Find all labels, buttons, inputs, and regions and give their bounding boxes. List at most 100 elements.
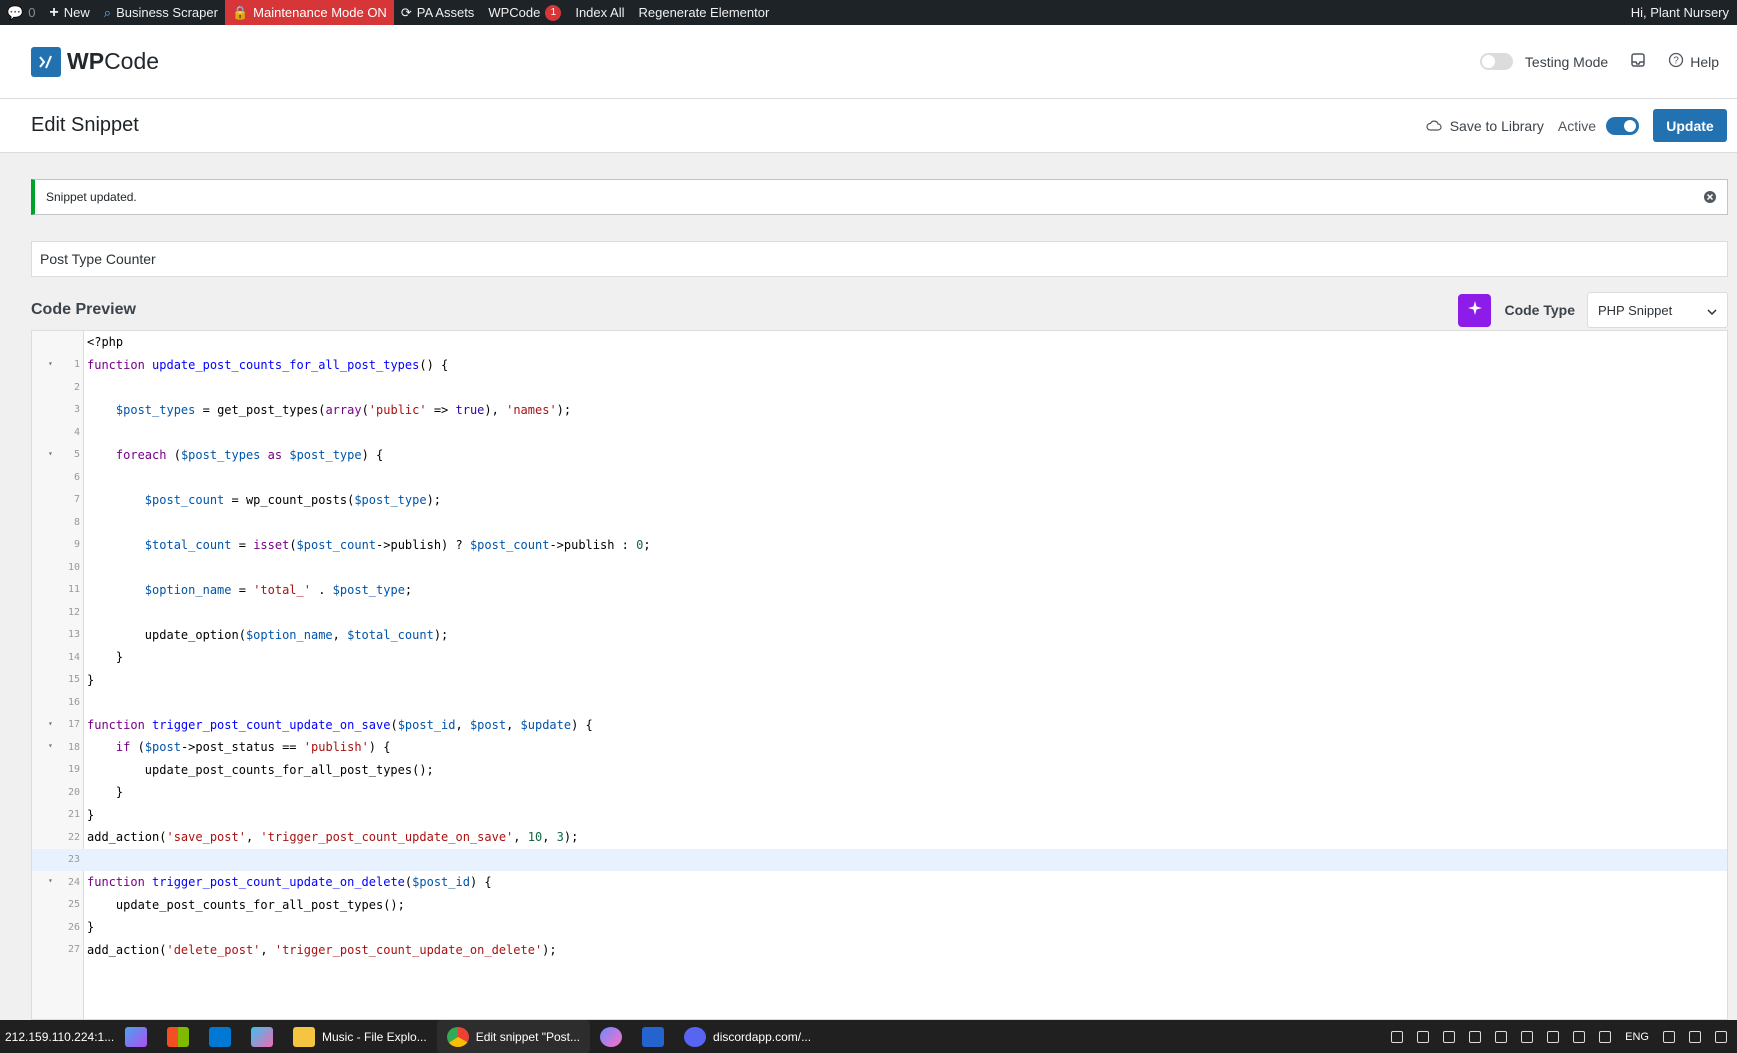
line-number: 27 bbox=[67, 944, 80, 956]
user-account-menu[interactable]: Hi, Plant Nursery bbox=[1624, 0, 1737, 25]
taskbar-copilot-2-app[interactable] bbox=[241, 1020, 283, 1053]
taskbar-store-app[interactable] bbox=[157, 1020, 199, 1053]
help-button[interactable]: ? Help bbox=[1668, 52, 1719, 71]
code-line[interactable]: 14 } bbox=[32, 646, 1727, 669]
system-tray: ENG bbox=[1391, 1030, 1727, 1043]
code-line[interactable]: ▾ 1 function update_post_counts_for_all_po… bbox=[32, 354, 1727, 377]
testing-mode-toggle[interactable] bbox=[1479, 53, 1513, 70]
line-number: 23 bbox=[67, 854, 80, 866]
dismiss-notice-icon[interactable] bbox=[1703, 190, 1717, 204]
admin-bar: 💬 0 + New ⌕ Business Scraper 🔒 Maintenan… bbox=[0, 0, 1737, 25]
pa-assets-menu[interactable]: ⟳ PA Assets bbox=[394, 0, 481, 25]
active-toggle[interactable] bbox=[1606, 116, 1639, 135]
code-line[interactable]: ▾ 5 foreach ($post_types as $post_type) { bbox=[32, 444, 1727, 467]
keyboard-icon[interactable] bbox=[1599, 1030, 1612, 1043]
language-indicator[interactable]: ENG bbox=[1625, 1031, 1649, 1043]
business-scraper-menu[interactable]: ⌕ Business Scraper bbox=[97, 0, 225, 25]
tray-icon[interactable] bbox=[1417, 1030, 1430, 1043]
line-number: 20 bbox=[67, 786, 80, 798]
code-line[interactable]: 12 bbox=[32, 601, 1727, 624]
line-number: 2 bbox=[73, 381, 80, 393]
save-to-library-button[interactable]: Save to Library bbox=[1426, 118, 1544, 134]
taskbar-arc-app[interactable] bbox=[590, 1020, 632, 1053]
code-line[interactable]: 11 $option_name = 'total_' . $post_type; bbox=[32, 579, 1727, 602]
code-line[interactable]: 23 bbox=[32, 848, 1727, 871]
tray-icon[interactable] bbox=[1469, 1030, 1482, 1043]
active-label: Active bbox=[1557, 117, 1596, 134]
comments-menu[interactable]: 💬 0 bbox=[0, 0, 42, 25]
code-text: } bbox=[87, 785, 124, 800]
regenerate-elementor-menu[interactable]: Regenerate Elementor bbox=[632, 0, 777, 25]
code-line[interactable]: 9 $total_count = isset($post_count->publ… bbox=[32, 534, 1727, 557]
code-line[interactable]: 4 bbox=[32, 421, 1727, 444]
line-number: 3 bbox=[73, 404, 80, 416]
code-line[interactable]: ▾ 17 function trigger_post_count_update_on… bbox=[32, 714, 1727, 737]
ai-generate-button[interactable] bbox=[1458, 293, 1492, 327]
code-text: function trigger_post_count_update_on_sa… bbox=[87, 717, 593, 732]
wpcode-logo[interactable]: WPCode bbox=[31, 46, 159, 77]
line-number: 16 bbox=[67, 696, 80, 708]
code-line[interactable]: 2 bbox=[32, 376, 1727, 399]
code-line[interactable]: 21} bbox=[32, 804, 1727, 827]
line-number: 13 bbox=[67, 629, 80, 641]
search-icon: ⌕ bbox=[103, 4, 112, 20]
success-notice: Snippet updated. bbox=[31, 179, 1728, 215]
discord-icon bbox=[684, 1026, 707, 1047]
inbox-icon[interactable] bbox=[1630, 52, 1646, 71]
wpcode-menu[interactable]: WPCode 1 bbox=[481, 0, 568, 25]
notice-message: Snippet updated. bbox=[46, 190, 137, 204]
code-line[interactable]: 8 bbox=[32, 511, 1727, 534]
new-content-menu[interactable]: + New bbox=[42, 0, 96, 25]
update-button[interactable]: Update bbox=[1653, 109, 1727, 142]
usb-icon[interactable] bbox=[1547, 1030, 1560, 1043]
onedrive-icon[interactable] bbox=[1521, 1030, 1534, 1043]
taskbar-copilot-app[interactable] bbox=[115, 1020, 157, 1053]
snippet-title-input[interactable]: Post Type Counter bbox=[31, 241, 1728, 277]
code-line[interactable]: 6 bbox=[32, 466, 1727, 489]
code-line[interactable]: 27 add_action('delete_post', 'trigger_pos… bbox=[32, 939, 1727, 962]
help-icon: ? bbox=[1668, 52, 1684, 71]
wifi-icon[interactable] bbox=[1663, 1030, 1675, 1043]
testing-mode-label: Testing Mode bbox=[1524, 53, 1609, 70]
code-text: add_action('save_post', 'trigger_post_co… bbox=[87, 830, 579, 845]
tray-icon[interactable] bbox=[1443, 1030, 1456, 1043]
tray-icon[interactable] bbox=[1391, 1030, 1404, 1043]
taskbar-todo-app[interactable] bbox=[632, 1020, 674, 1053]
index-all-menu[interactable]: Index All bbox=[568, 0, 631, 25]
code-type-select[interactable]: PHP Snippet bbox=[1587, 292, 1728, 328]
code-line[interactable]: 20 } bbox=[32, 781, 1727, 804]
code-line[interactable]: 10 bbox=[32, 556, 1727, 579]
copilot-2-icon bbox=[251, 1026, 273, 1047]
code-text: foreach ($post_types as $post_type) { bbox=[115, 447, 384, 462]
line-number: 6 bbox=[73, 471, 80, 483]
code-line[interactable]: 13 update_option($option_name, $total_co… bbox=[32, 624, 1727, 647]
code-line[interactable]: 22 add_action('save_post', 'trigger_post_… bbox=[32, 826, 1727, 849]
chrome-icon bbox=[446, 1026, 469, 1047]
chrome-tab-label: Edit snippet "Post... bbox=[475, 1029, 581, 1044]
taskbar-file-explorer-app[interactable]: Music - File Explo... bbox=[283, 1020, 437, 1053]
taskbar-vscode-app[interactable] bbox=[199, 1020, 241, 1053]
page-title: Edit Snippet bbox=[31, 114, 139, 136]
bluetooth-icon[interactable] bbox=[1573, 1030, 1586, 1043]
volume-icon[interactable] bbox=[1689, 1030, 1701, 1043]
code-line[interactable]: ▾ 18 if ($post->post_status == 'publish')… bbox=[32, 736, 1727, 759]
maintenance-mode-menu[interactable]: 🔒 Maintenance Mode ON bbox=[224, 0, 394, 25]
arc-icon bbox=[600, 1026, 623, 1047]
code-line[interactable]: 16 bbox=[32, 691, 1727, 714]
code-line[interactable]: 19 update_post_counts_for_all_post_types… bbox=[32, 759, 1727, 782]
code-editor[interactable]: <?php ▾ 1 function update_post_counts_for_… bbox=[31, 330, 1728, 1020]
taskbar-chrome-app[interactable]: Edit snippet "Post... bbox=[436, 1020, 591, 1053]
wpcode-logo-icon bbox=[31, 46, 61, 77]
code-line[interactable]: 15} bbox=[32, 669, 1727, 692]
battery-icon[interactable] bbox=[1715, 1030, 1727, 1043]
code-line[interactable]: 25 update_post_counts_for_all_post_types… bbox=[32, 894, 1727, 917]
code-line[interactable]: ▾ 24 function trigger_post_count_update_on… bbox=[32, 871, 1727, 894]
cloud-icon[interactable] bbox=[1495, 1030, 1508, 1043]
code-line[interactable]: 7 $post_count = wp_count_posts($post_typ… bbox=[32, 489, 1727, 512]
taskbar-discord-app[interactable]: discordapp.com/... bbox=[674, 1020, 821, 1053]
code-line[interactable]: 3 $post_types = get_post_types(array('pu… bbox=[32, 399, 1727, 422]
line-number: 1 bbox=[73, 359, 80, 371]
svg-text:?: ? bbox=[1673, 56, 1679, 67]
code-line[interactable]: 26} bbox=[32, 916, 1727, 939]
testing-mode-control[interactable]: Testing Mode bbox=[1479, 53, 1609, 70]
